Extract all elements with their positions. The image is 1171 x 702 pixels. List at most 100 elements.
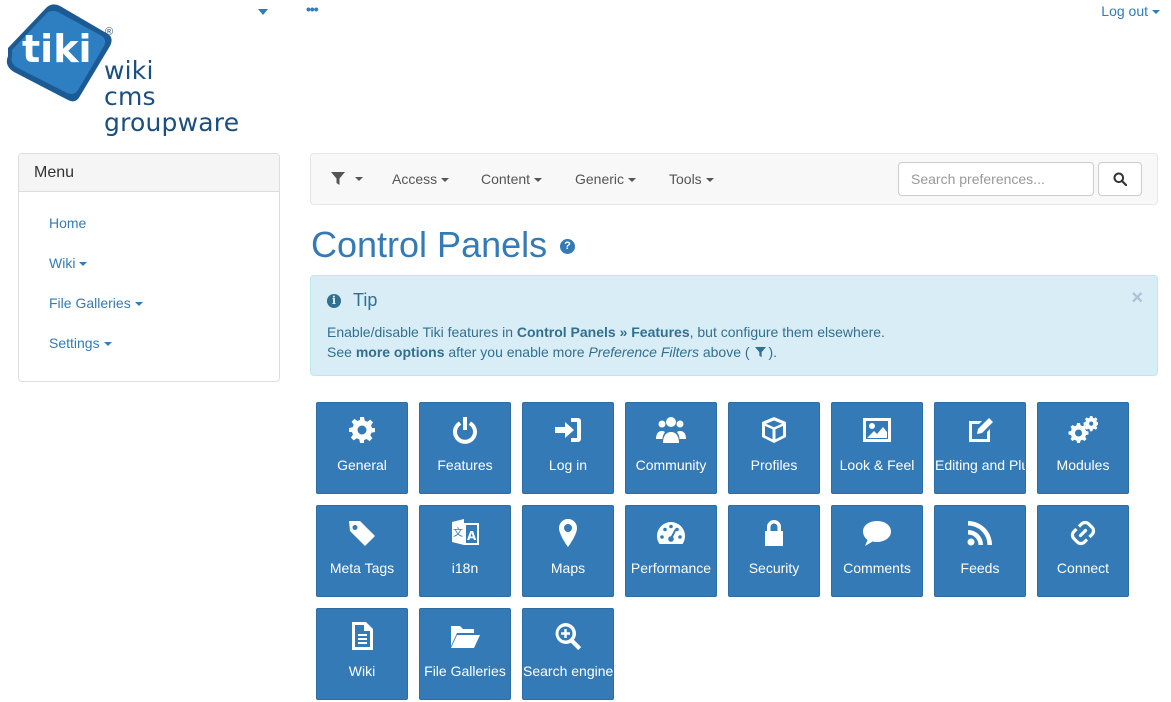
logo-line: groupware	[104, 108, 240, 137]
nav-generic[interactable]: Generic	[575, 171, 637, 187]
more-options-link[interactable]: more options	[356, 344, 445, 360]
file-text-icon	[317, 621, 407, 651]
panel-label: Log in	[548, 457, 588, 473]
panel-features[interactable]: Features	[419, 402, 511, 494]
panel-connect[interactable]: Connect	[1037, 505, 1129, 597]
tip-alert: i Tip × Enable/disable Tiki features in …	[310, 275, 1158, 376]
panel-modules[interactable]: Modules	[1037, 402, 1129, 494]
svg-text:A: A	[467, 529, 477, 543]
tip-text: ).	[768, 344, 777, 360]
logout-menu[interactable]: Log out	[1101, 3, 1160, 19]
tag-icon	[317, 518, 407, 548]
tip-text: , but configure them elsewhere.	[689, 324, 885, 340]
panel-security[interactable]: Security	[728, 505, 820, 597]
chevron-down-icon	[355, 177, 363, 181]
panel-i18n[interactable]: A 文 i18n	[419, 505, 511, 597]
gear-icon	[317, 415, 407, 445]
tip-text: See	[327, 344, 356, 360]
chevron-down-icon	[1152, 10, 1160, 15]
panel-label: Wiki	[348, 663, 376, 679]
chevron-down-icon	[534, 178, 543, 183]
nav-access[interactable]: Access	[392, 171, 450, 187]
nav-tools[interactable]: Tools	[669, 171, 714, 187]
tip-emphasis: Preference Filters	[588, 344, 699, 360]
tip-text-line-2: See more options after you enable more P…	[327, 342, 1141, 362]
sidebar-item-label[interactable]: Wiki	[49, 255, 75, 271]
chevron-down-icon	[441, 178, 450, 183]
panel-performance[interactable]: Performance	[625, 505, 717, 597]
panel-log-in[interactable]: Log in	[522, 402, 614, 494]
nav-content[interactable]: Content	[481, 171, 543, 187]
panel-label: Comments	[843, 560, 911, 576]
sidebar-item-label[interactable]: File Galleries	[49, 295, 131, 311]
close-icon[interactable]: ×	[1131, 288, 1143, 308]
panel-community[interactable]: Community	[625, 402, 717, 494]
chevron-down-icon	[79, 262, 88, 267]
panel-label: Modules	[1056, 457, 1110, 473]
panel-maps[interactable]: Maps	[522, 505, 614, 597]
search-button[interactable]	[1098, 162, 1142, 196]
panel-comments[interactable]: Comments	[831, 505, 923, 597]
svg-text:文: 文	[453, 526, 463, 539]
search-plus-icon	[523, 621, 613, 651]
panel-label: Features	[437, 457, 493, 473]
logo-line: wiki	[104, 56, 154, 85]
tip-text-line-1: Enable/disable Tiki features in Control …	[327, 322, 1141, 342]
page-title: Control Panels	[311, 224, 548, 265]
panel-editing-and-plugins[interactable]: Editing and Plugins	[934, 402, 1026, 494]
logout-label: Log out	[1101, 3, 1148, 19]
chevron-down-icon	[103, 342, 112, 347]
panel-label: File Galleries	[424, 663, 506, 679]
panel-label: General	[337, 457, 387, 473]
sign-in-icon	[523, 415, 613, 445]
tiki-logo-icon: tiki	[6, 4, 112, 102]
top-dropdown-caret[interactable]	[258, 9, 268, 15]
sidebar-item-file-galleries[interactable]: File Galleries	[19, 287, 279, 327]
sidebar-item-home[interactable]: Home	[19, 207, 279, 247]
language-icon: A文	[420, 518, 510, 548]
chevron-down-icon	[705, 178, 714, 183]
nav-label: Generic	[575, 171, 625, 187]
panel-general[interactable]: General	[316, 402, 408, 494]
panel-label: Look & Feel	[839, 457, 915, 473]
panel-look-feel[interactable]: Look & Feel	[831, 402, 923, 494]
power-icon	[420, 415, 510, 445]
panel-profiles[interactable]: Profiles	[728, 402, 820, 494]
search-preferences-input[interactable]	[898, 162, 1094, 196]
panel-label: Editing and Plugins	[935, 457, 1025, 473]
panel-meta-tags[interactable]: Meta Tags	[316, 505, 408, 597]
nav-label: Content	[481, 171, 531, 187]
panel-wiki[interactable]: Wiki	[316, 608, 408, 700]
image-icon	[832, 415, 922, 445]
users-icon	[626, 415, 716, 445]
top-menu-dots-icon[interactable]: •••	[306, 1, 319, 17]
tip-text: after you enable more	[444, 344, 589, 360]
panel-feeds[interactable]: Feeds	[934, 505, 1026, 597]
logo-line: cms	[104, 82, 156, 111]
chevron-down-icon	[134, 302, 143, 307]
panel-label: Search engine	[523, 663, 613, 679]
dashboard-icon	[626, 518, 716, 548]
panel-file-galleries[interactable]: File Galleries	[419, 608, 511, 700]
panel-label: Profiles	[750, 457, 798, 473]
map-marker-icon	[523, 518, 613, 548]
sidebar-item-label[interactable]: Settings	[49, 335, 100, 351]
panel-search-engine[interactable]: Search engine	[522, 608, 614, 700]
help-icon[interactable]: ?	[560, 239, 575, 254]
filter-icon	[331, 172, 345, 185]
sidebar-item-wiki[interactable]: Wiki	[19, 247, 279, 287]
sidebar-item-settings[interactable]: Settings	[19, 327, 279, 367]
svg-text:tiki: tiki	[22, 27, 92, 71]
tip-emphasis: Control Panels » Features	[516, 324, 690, 340]
panel-label: Feeds	[960, 560, 1000, 576]
logo-text: wiki cms groupware	[104, 58, 239, 136]
filter-dropdown[interactable]	[331, 172, 363, 189]
tip-text: above (	[698, 344, 750, 360]
filter-icon	[755, 347, 767, 358]
menu-title: Menu	[19, 154, 279, 192]
site-logo[interactable]: tiki ® wiki cms groupware	[0, 0, 250, 140]
cube-icon	[729, 415, 819, 445]
tip-title: Tip	[353, 290, 378, 310]
sidebar-item-label[interactable]: Home	[49, 215, 86, 231]
info-icon: i	[327, 293, 341, 308]
